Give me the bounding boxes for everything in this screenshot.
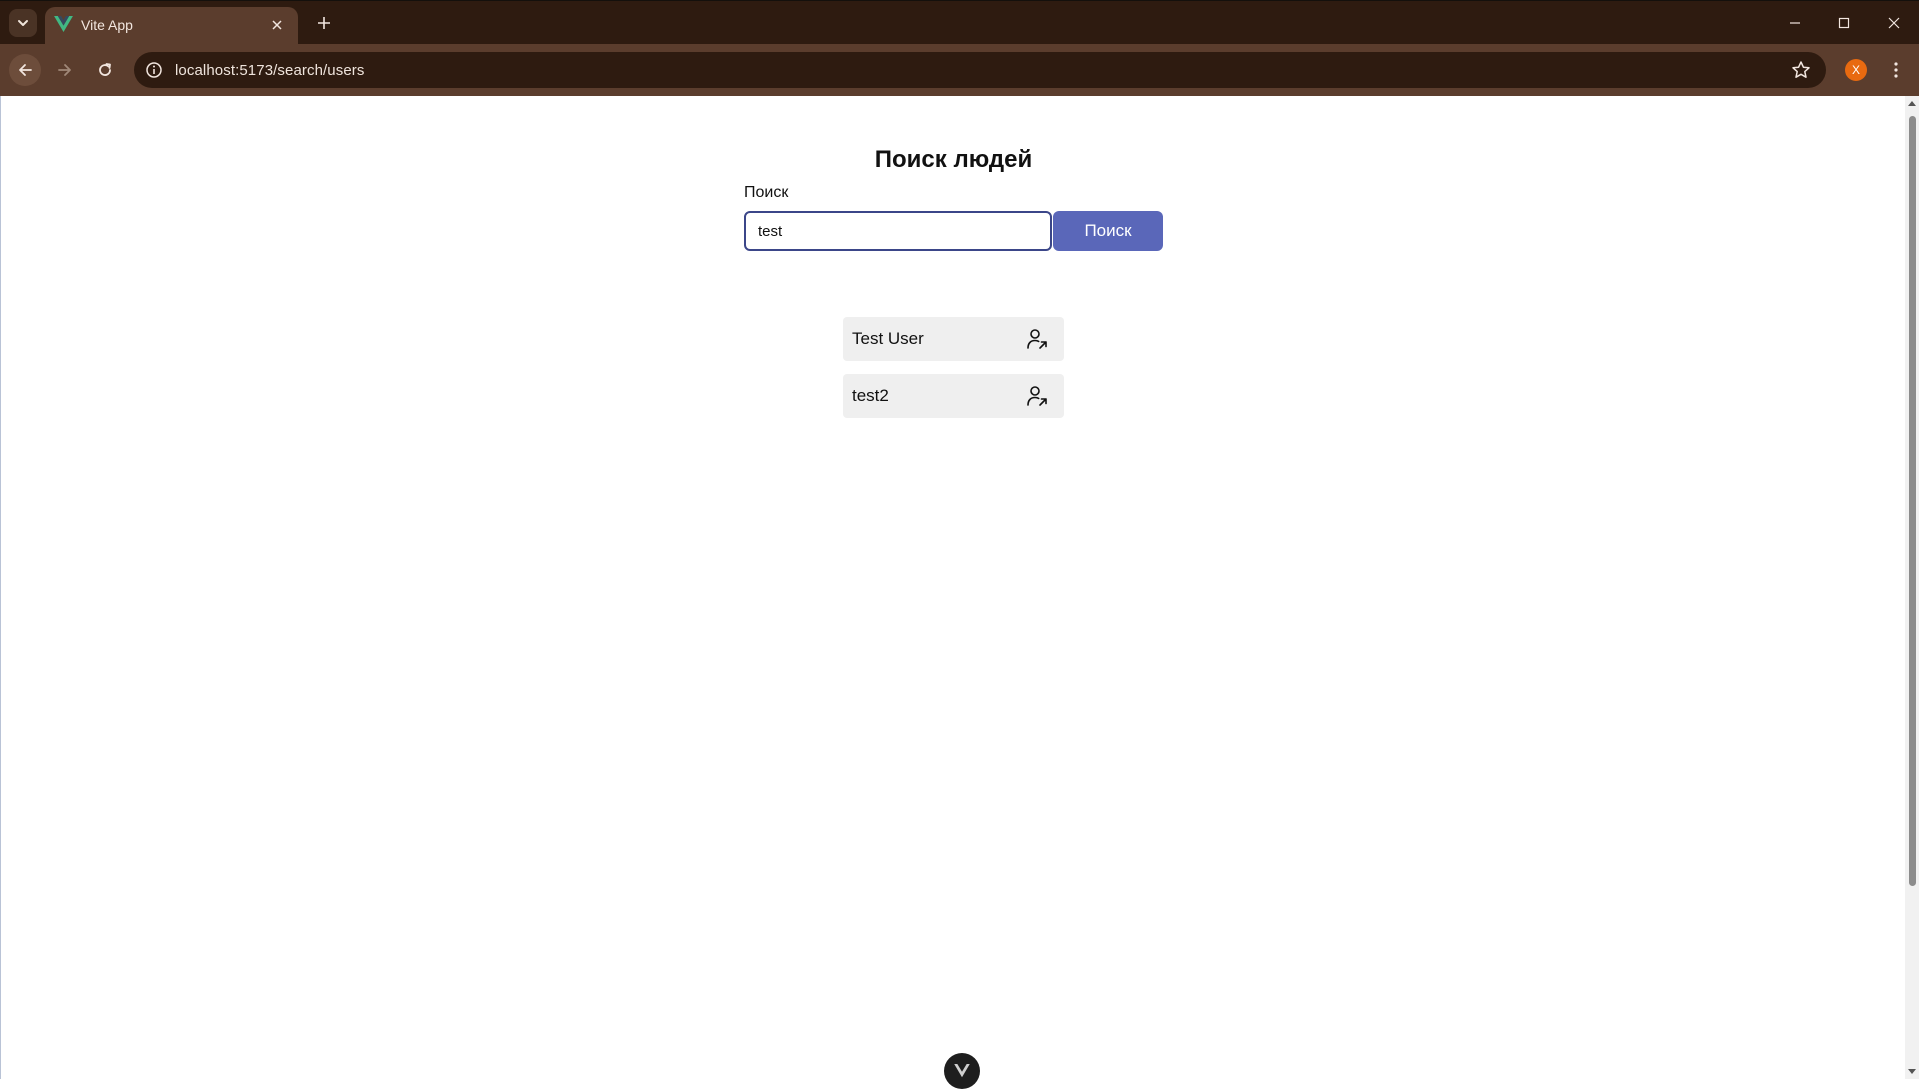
- user-result-item[interactable]: test2: [843, 374, 1064, 418]
- minimize-button[interactable]: [1775, 9, 1815, 37]
- user-name: test2: [852, 386, 889, 405]
- vue-logo-icon: [54, 16, 73, 33]
- browser-window: Vite App localhost:5173/search/users X П…: [0, 0, 1919, 1089]
- browser-toolbar: localhost:5173/search/users X: [0, 44, 1919, 96]
- user-result-item[interactable]: Test User: [843, 317, 1064, 361]
- browser-menu-button[interactable]: [1884, 56, 1908, 84]
- tab-close-button[interactable]: [268, 16, 286, 34]
- maximize-button[interactable]: [1824, 9, 1864, 37]
- tab-title: Vite App: [81, 17, 133, 33]
- tab-search-button[interactable]: [9, 9, 37, 37]
- scroll-up-arrow-icon[interactable]: [1907, 99, 1917, 109]
- scrollbar-thumb[interactable]: [1909, 116, 1916, 886]
- forward-button[interactable]: [49, 54, 81, 86]
- arrow-right-icon: [58, 64, 71, 76]
- vertical-scrollbar[interactable]: [1905, 96, 1919, 1079]
- profile-avatar[interactable]: X: [1845, 59, 1867, 81]
- scroll-down-arrow-icon[interactable]: [1907, 1066, 1917, 1076]
- search-label: Поиск: [744, 184, 789, 201]
- minimize-icon: [1790, 22, 1800, 24]
- search-button[interactable]: Поиск: [1053, 211, 1163, 251]
- plus-icon: [318, 17, 330, 29]
- page-viewport: Поиск людей Поиск Поиск Test User test2: [0, 96, 1905, 1089]
- site-info-icon[interactable]: [145, 61, 163, 79]
- vue-devtools-toggle[interactable]: [944, 1053, 980, 1089]
- page-title: Поиск людей: [874, 146, 1033, 173]
- chevron-down-icon: [18, 20, 28, 26]
- bookmark-star-icon[interactable]: [1791, 60, 1811, 80]
- more-vertical-icon: [1894, 62, 1898, 78]
- reload-button[interactable]: [89, 54, 121, 86]
- url-text: localhost:5173/search/users: [175, 62, 365, 79]
- user-arrow-icon: [1027, 386, 1047, 406]
- tab-strip: Vite App: [0, 0, 1919, 45]
- user-arrow-icon: [1027, 329, 1047, 349]
- user-name: Test User: [852, 329, 924, 348]
- address-bar[interactable]: localhost:5173/search/users: [134, 52, 1826, 88]
- new-tab-button[interactable]: [312, 11, 336, 35]
- vue-logo-icon: [954, 1064, 970, 1078]
- user-link-icon[interactable]: [1024, 326, 1050, 352]
- close-icon: [1888, 17, 1900, 29]
- arrow-left-icon: [19, 64, 32, 76]
- close-icon: [272, 20, 282, 30]
- search-input[interactable]: [744, 211, 1052, 251]
- back-button[interactable]: [9, 54, 41, 86]
- active-tab[interactable]: Vite App: [45, 7, 298, 45]
- maximize-icon: [1838, 17, 1850, 29]
- user-link-icon[interactable]: [1024, 383, 1050, 409]
- reload-icon: [99, 63, 111, 76]
- search-results-list: Test User test2: [843, 317, 1064, 431]
- close-window-button[interactable]: [1874, 9, 1914, 37]
